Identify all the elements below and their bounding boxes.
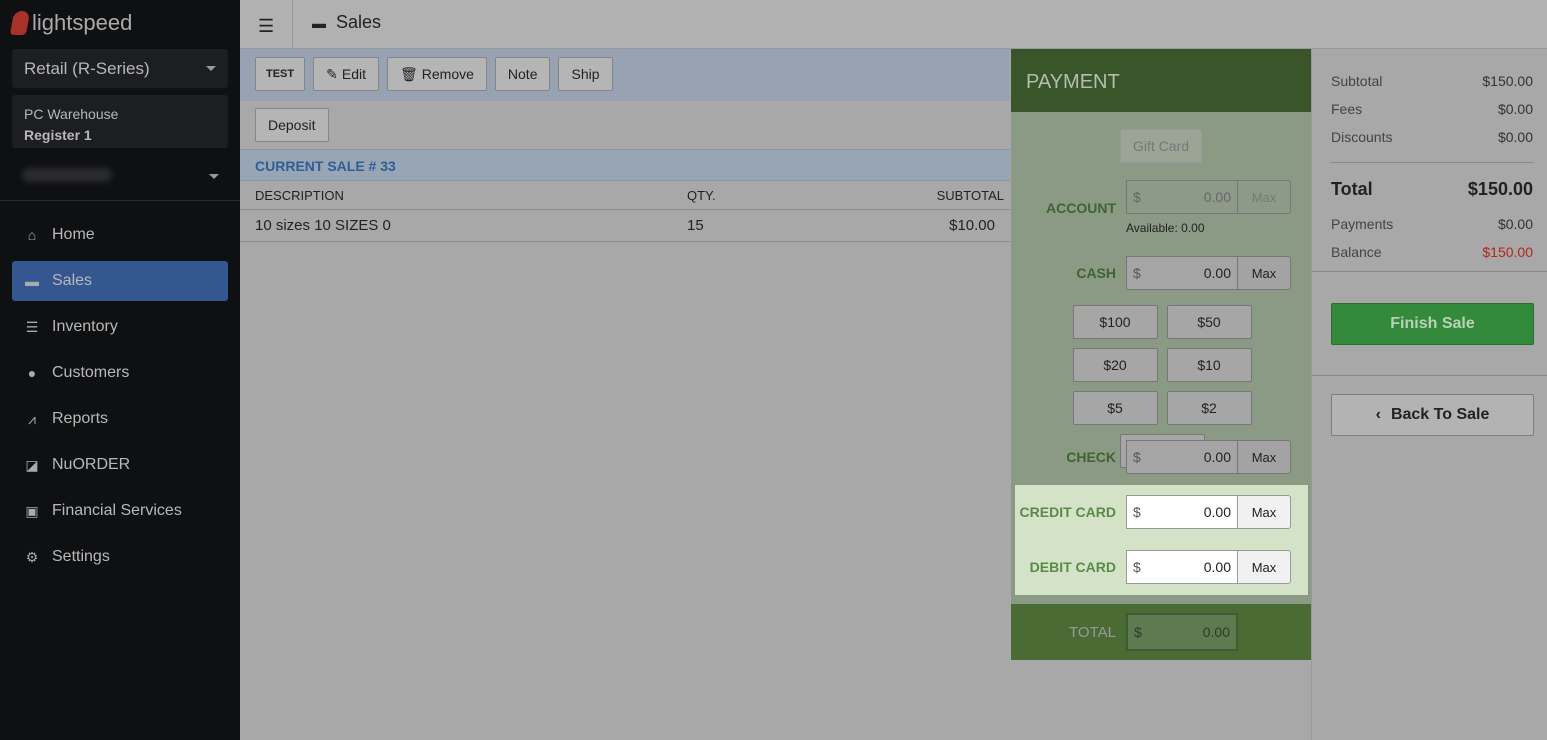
credit-card-max-button[interactable]: Max — [1238, 495, 1291, 529]
remove-button[interactable]: 🗑 Remove — [386, 57, 487, 91]
deposit-button[interactable]: Deposit — [255, 108, 329, 142]
account-max-button[interactable]: Max — [1238, 180, 1291, 214]
flame-icon — [9, 11, 31, 35]
balance-value: $150.00 — [1482, 244, 1533, 260]
inventory-icon: ☰ — [25, 318, 39, 335]
top-bar: ☰ ▬ Sales — [240, 0, 1547, 49]
payment-panel: PAYMENT Gift Card ACCOUNT $0.00 Max Avail… — [1011, 49, 1311, 660]
back-to-sale-button[interactable]: ‹ Back To Sale — [1331, 394, 1534, 436]
gift-card-button[interactable]: Gift Card — [1120, 129, 1202, 163]
cash-100-button[interactable]: $100 — [1072, 305, 1158, 339]
cash-max-button[interactable]: Max — [1238, 256, 1291, 290]
pencil-icon: ✎ — [326, 65, 338, 82]
money-icon: ▣ — [25, 502, 39, 519]
sale-summary: Subtotal $150.00 Fees $0.00 Discounts $0.00… — [1311, 49, 1547, 740]
sidebar-item-home[interactable]: ⌂ Home — [12, 215, 228, 255]
payment-total: TOTAL $0.00 — [1011, 604, 1311, 660]
cash-amount-input[interactable]: $0.00 — [1126, 256, 1238, 290]
sidebar-item-inventory[interactable]: ☰ Inventory — [12, 307, 228, 347]
sale-toolbar: TEST ✎ Edit 🗑 Remove Note Ship — [240, 49, 1010, 101]
sidebar-item-sales[interactable]: ▬ Sales — [12, 261, 228, 301]
cash-5-button[interactable]: $5 — [1072, 391, 1158, 425]
payment-total-value: $0.00 — [1126, 613, 1238, 651]
sidebar-item-customers[interactable]: ● Customers — [12, 353, 228, 393]
chart-icon: ⩘ — [28, 410, 36, 427]
debit-card-amount-input[interactable]: $0.00 — [1126, 550, 1238, 584]
caret-down-icon — [206, 66, 216, 71]
table-row[interactable]: 10 sizes 10 SIZES 0 15 $10.00 — [240, 210, 1010, 242]
user-icon: ● — [27, 365, 37, 381]
edit-button[interactable]: ✎ Edit — [313, 57, 379, 91]
sidebar-item-settings[interactable]: ⚙ Settings — [12, 537, 228, 577]
sidebar: lightspeed Retail (R-Series) PC Warehous… — [0, 0, 240, 740]
trash-icon: 🗑 — [399, 65, 418, 82]
gear-icon: ⚙ — [25, 548, 39, 565]
cash-50-button[interactable]: $50 — [1166, 305, 1252, 339]
test-button[interactable]: TEST — [255, 57, 306, 91]
home-icon: ⌂ — [27, 227, 37, 243]
register-selector[interactable]: PC Warehouse Register 1 — [12, 95, 228, 148]
payment-title: PAYMENT — [1011, 49, 1311, 112]
sidebar-item-reports[interactable]: ⩘ Reports — [12, 399, 228, 439]
table-header: DESCRIPTION QTY. SUBTOTAL — [240, 181, 1010, 210]
register-icon: ▬ — [25, 273, 39, 289]
note-button[interactable]: Note — [494, 57, 551, 91]
ship-button[interactable]: Ship — [558, 57, 613, 91]
cash-2-button[interactable]: $2 — [1166, 391, 1252, 425]
account-amount-input[interactable]: $0.00 — [1126, 180, 1238, 214]
nav: ⌂ Home ▬ Sales ☰ Inventory ● Customers ⩘ Repo… — [12, 215, 228, 583]
sidebar-item-financial-services[interactable]: ▣ Financial Services — [12, 491, 228, 531]
lightspeed-logo[interactable]: lightspeed — [9, 10, 132, 36]
user-name-blurred[interactable] — [22, 168, 112, 182]
chevron-left-icon: ‹ — [1375, 406, 1381, 423]
product-selector[interactable]: Retail (R-Series) — [12, 49, 228, 88]
credit-card-amount-input[interactable]: $0.00 — [1126, 495, 1238, 529]
cash-10-button[interactable]: $10 — [1166, 348, 1252, 382]
finish-sale-button[interactable]: Finish Sale — [1331, 303, 1534, 345]
debit-card-max-button[interactable]: Max — [1238, 550, 1291, 584]
check-max-button[interactable]: Max — [1238, 440, 1291, 474]
current-sale-title: CURRENT SALE # 33 — [240, 149, 1010, 181]
card-payment-highlight: CREDIT CARD $0.00 Max DEBIT CARD $0.00 Max — [1015, 485, 1308, 595]
divider — [0, 200, 240, 201]
account-available: Available: 0.00 — [1126, 221, 1205, 235]
caret-down-icon[interactable] — [209, 174, 219, 179]
sidebar-item-nuorder[interactable]: ◪ NuORDER — [12, 445, 228, 485]
page-title: ▬ Sales — [312, 12, 382, 32]
hamburger-menu-icon[interactable]: ☰ — [258, 16, 274, 37]
register-icon: ▬ — [312, 14, 326, 31]
cash-20-button[interactable]: $20 — [1072, 348, 1158, 382]
nuorder-icon: ◪ — [25, 456, 39, 473]
check-amount-input[interactable]: $0.00 — [1126, 440, 1238, 474]
